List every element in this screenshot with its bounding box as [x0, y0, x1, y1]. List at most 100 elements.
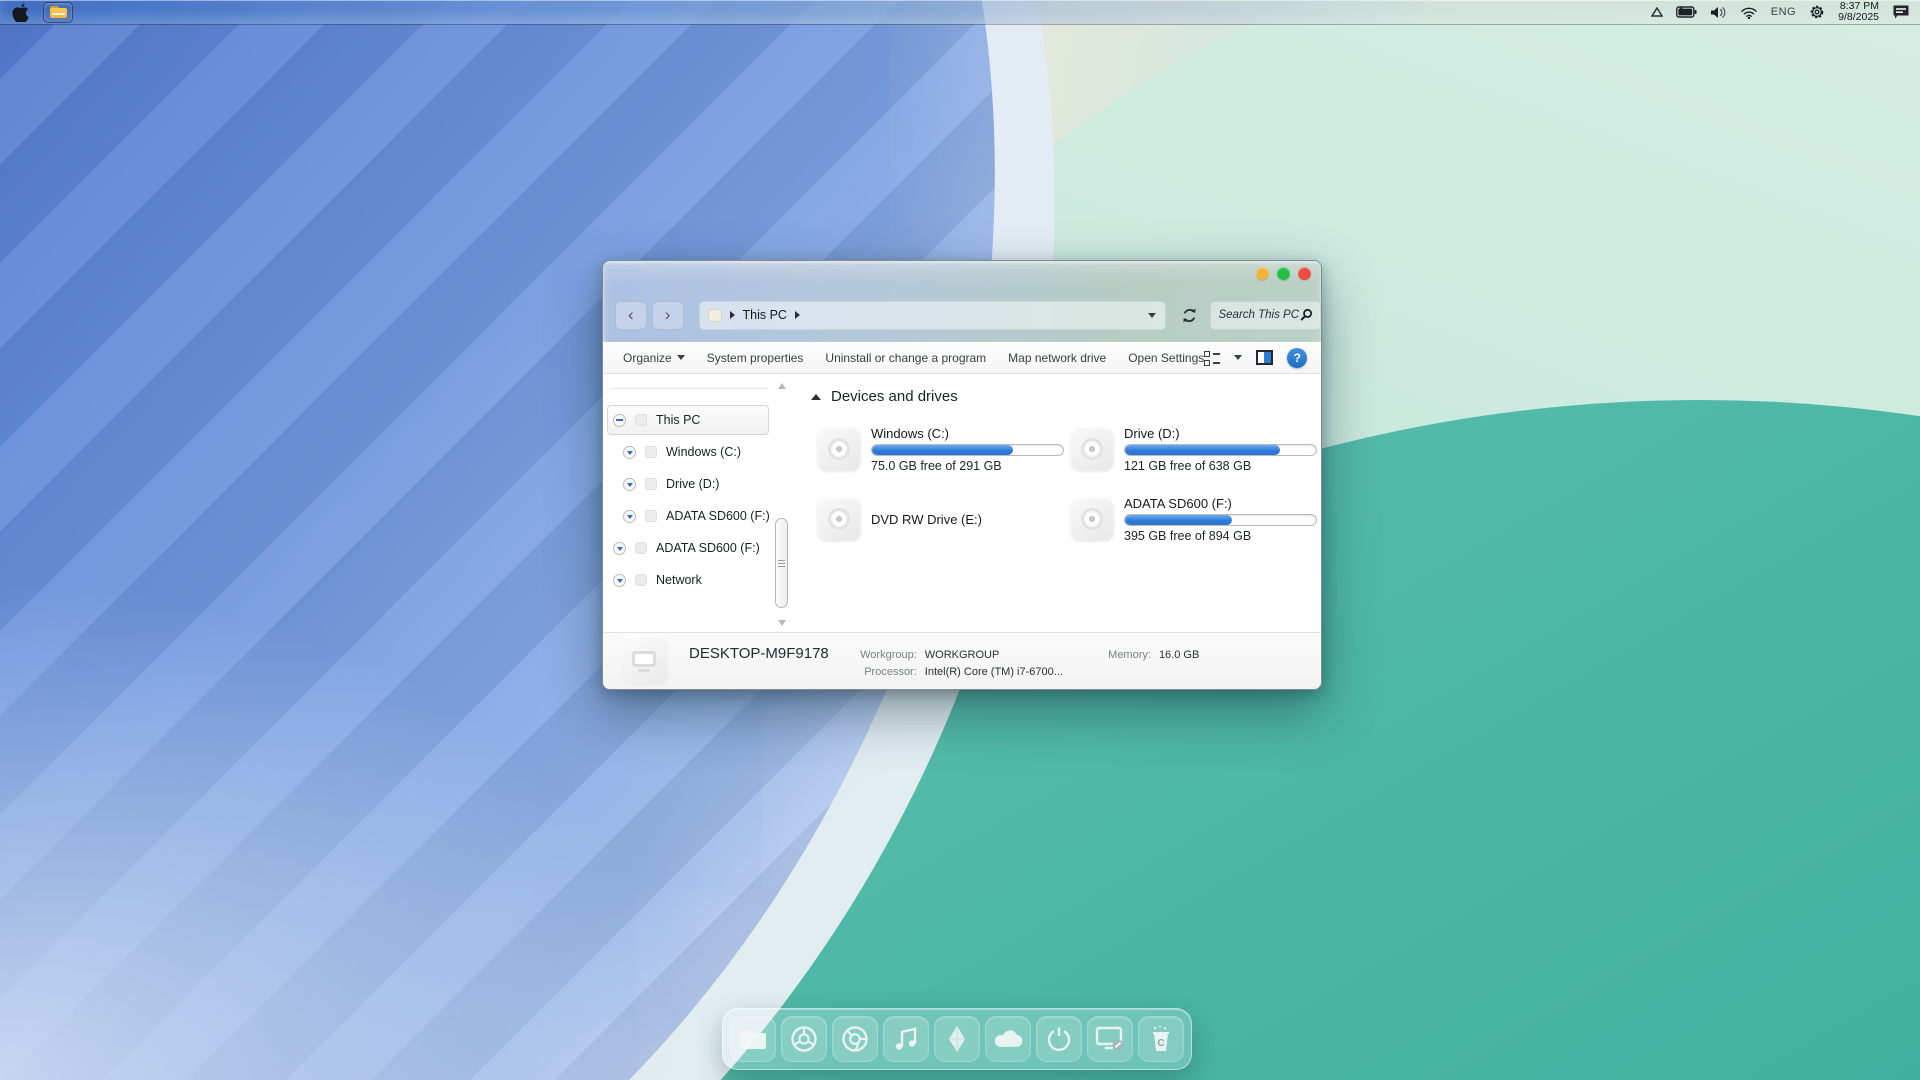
- dock-gem-icon[interactable]: [934, 1016, 980, 1062]
- battery-icon[interactable]: [1676, 6, 1697, 18]
- computer-name: DESKTOP-M9F9178: [689, 645, 829, 662]
- tree-expander-icon[interactable]: [623, 510, 636, 523]
- search-placeholder: Search This PC: [1218, 309, 1299, 321]
- svg-text:C: C: [1157, 1038, 1164, 1049]
- drive-mini-icon: [635, 574, 647, 586]
- dock-music-icon[interactable]: [883, 1016, 929, 1062]
- language-indicator[interactable]: ENG: [1771, 6, 1796, 18]
- drive-free-space: 75.0 GB free of 291 GB: [871, 459, 1064, 473]
- apple-menu-icon[interactable]: [12, 3, 29, 22]
- drive-mini-icon: [645, 510, 657, 522]
- drive-name: ADATA SD600 (F:): [1124, 496, 1317, 511]
- tree-expander-icon[interactable]: [613, 574, 626, 587]
- tree-expander-icon[interactable]: [623, 478, 636, 491]
- address-bar[interactable]: This PC: [699, 301, 1166, 330]
- breadcrumb-arrow-icon: [730, 311, 735, 319]
- sidebar-item-network[interactable]: Network: [603, 564, 771, 596]
- toolbar-item-organize[interactable]: Organize: [623, 351, 685, 365]
- forward-button[interactable]: ›: [652, 301, 684, 330]
- dock: C: [722, 1008, 1192, 1070]
- drive-mini-icon: [635, 542, 647, 554]
- drive-item-windows-c[interactable]: Windows (C:) 75.0 GB free of 291 GB: [817, 421, 1070, 477]
- notifications-icon[interactable]: [1892, 4, 1910, 20]
- address-dropdown-icon[interactable]: [1148, 313, 1156, 318]
- dock-file-explorer-icon[interactable]: [730, 1016, 776, 1062]
- volume-icon[interactable]: [1710, 6, 1727, 19]
- toolbar-item-map-network-drive[interactable]: Map network drive: [1008, 351, 1106, 365]
- toolbar-item-system-properties[interactable]: System properties: [707, 351, 804, 365]
- zoom-button[interactable]: [1277, 267, 1290, 280]
- scroll-down-icon[interactable]: [778, 620, 786, 626]
- drive-name: DVD RW Drive (E:): [871, 512, 1064, 527]
- change-view-icon[interactable]: [1204, 351, 1220, 365]
- dock-control-wheel-icon[interactable]: [781, 1016, 827, 1062]
- toolbar-item-open-settings[interactable]: Open Settings: [1128, 351, 1204, 365]
- explorer-window: ‹ › This PC Search This PC: [602, 260, 1322, 690]
- drive-usage-bar: [1124, 444, 1317, 456]
- drive-mini-icon: [645, 478, 657, 490]
- breadcrumb-path[interactable]: This PC: [743, 308, 787, 322]
- sidebar-item-adata-sd600-f[interactable]: ADATA SD600 (F:): [603, 532, 771, 564]
- help-button[interactable]: ?: [1287, 348, 1307, 368]
- content-area: Devices and drives Windows (C:) 75.0 GB f…: [803, 374, 1317, 632]
- dock-chrome-browser-icon[interactable]: [832, 1016, 878, 1062]
- drive-mini-icon: [645, 446, 657, 458]
- file-explorer-folder-icon: [50, 6, 67, 18]
- dock-cloud-icon[interactable]: [985, 1016, 1031, 1062]
- drive-name: Drive (D:): [1124, 426, 1317, 441]
- active-app-tile[interactable]: [43, 2, 73, 23]
- drive-usage-bar: [871, 444, 1064, 456]
- workgroup-pair: Workgroup: WORKGROUP: [855, 649, 1063, 661]
- wallpaper-bottom-fade: [0, 580, 700, 1080]
- refresh-button[interactable]: [1176, 301, 1203, 329]
- sidebar-scrollbar[interactable]: [775, 381, 789, 628]
- drive-name: Windows (C:): [871, 426, 1064, 441]
- back-button[interactable]: ‹: [615, 301, 647, 330]
- settings-gear-icon[interactable]: [1809, 4, 1825, 20]
- traffic-lights: [1256, 267, 1311, 280]
- scroll-up-icon[interactable]: [778, 383, 786, 389]
- toolbar-item-uninstall-or-change-a-program[interactable]: Uninstall or change a program: [825, 351, 986, 365]
- preview-pane-icon[interactable]: [1256, 350, 1273, 365]
- scrollbar-thumb[interactable]: [775, 518, 788, 608]
- drive-icon: [817, 427, 861, 471]
- close-button[interactable]: [1298, 267, 1311, 280]
- drive-item-dvd-rw-drive-e[interactable]: DVD RW Drive (E:): [817, 491, 1070, 547]
- group-header[interactable]: Devices and drives: [811, 388, 1317, 405]
- tree-expander-icon[interactable]: [613, 542, 626, 555]
- tray-expand-icon[interactable]: [1641, 7, 1663, 17]
- clock-date: 9/8/2025: [1838, 12, 1879, 23]
- drive-free-space: 121 GB free of 638 GB: [1124, 459, 1317, 473]
- drive-usage-bar: [1124, 514, 1317, 526]
- minimize-button[interactable]: [1256, 267, 1269, 280]
- tree-expander-icon[interactable]: [613, 414, 626, 427]
- group-header-label: Devices and drives: [831, 388, 958, 405]
- drive-grid: Windows (C:) 75.0 GB free of 291 GB Drive …: [817, 421, 1317, 547]
- clock[interactable]: 8:37 PM 9/8/2025: [1838, 1, 1879, 23]
- sidebar-item-drive-d[interactable]: Drive (D:): [603, 468, 771, 500]
- dock-power-icon[interactable]: [1036, 1016, 1082, 1062]
- navigation-row: ‹ › This PC Search This PC: [603, 299, 1321, 331]
- drive-item-adata-sd600-f[interactable]: ADATA SD600 (F:) 395 GB free of 894 GB: [1070, 491, 1322, 547]
- wifi-icon[interactable]: [1740, 6, 1758, 19]
- navigation-sidebar: This PCWindows (C:)Drive (D:)ADATA SD600…: [603, 374, 795, 632]
- dock-cleaner-trash-icon[interactable]: C: [1138, 1016, 1184, 1062]
- view-options-caret-icon[interactable]: [1234, 355, 1242, 360]
- menubar: ENG 8:37 PM 9/8/2025: [0, 0, 1920, 24]
- computer-icon: [619, 636, 669, 686]
- sidebar-item-adata-sd600-f[interactable]: ADATA SD600 (F:): [603, 500, 771, 532]
- drive-icon: [1070, 427, 1114, 471]
- desktop: ENG 8:37 PM 9/8/2025: [0, 0, 1920, 1080]
- drive-free-space: 395 GB free of 894 GB: [1124, 529, 1317, 543]
- sidebar-item-windows-c[interactable]: Windows (C:): [603, 436, 771, 468]
- search-icon: [1299, 308, 1313, 322]
- tree-expander-icon[interactable]: [623, 446, 636, 459]
- dock-display-settings-icon[interactable]: [1087, 1016, 1133, 1062]
- search-box[interactable]: Search This PC: [1210, 301, 1321, 330]
- drive-item-drive-d[interactable]: Drive (D:) 121 GB free of 638 GB: [1070, 421, 1322, 477]
- drive-icon: [817, 497, 861, 541]
- organize-caret-icon: [677, 355, 685, 360]
- collapse-group-icon[interactable]: [811, 394, 821, 400]
- folder-tree: This PCWindows (C:)Drive (D:)ADATA SD600…: [603, 404, 771, 596]
- sidebar-item-this-pc[interactable]: This PC: [603, 404, 771, 436]
